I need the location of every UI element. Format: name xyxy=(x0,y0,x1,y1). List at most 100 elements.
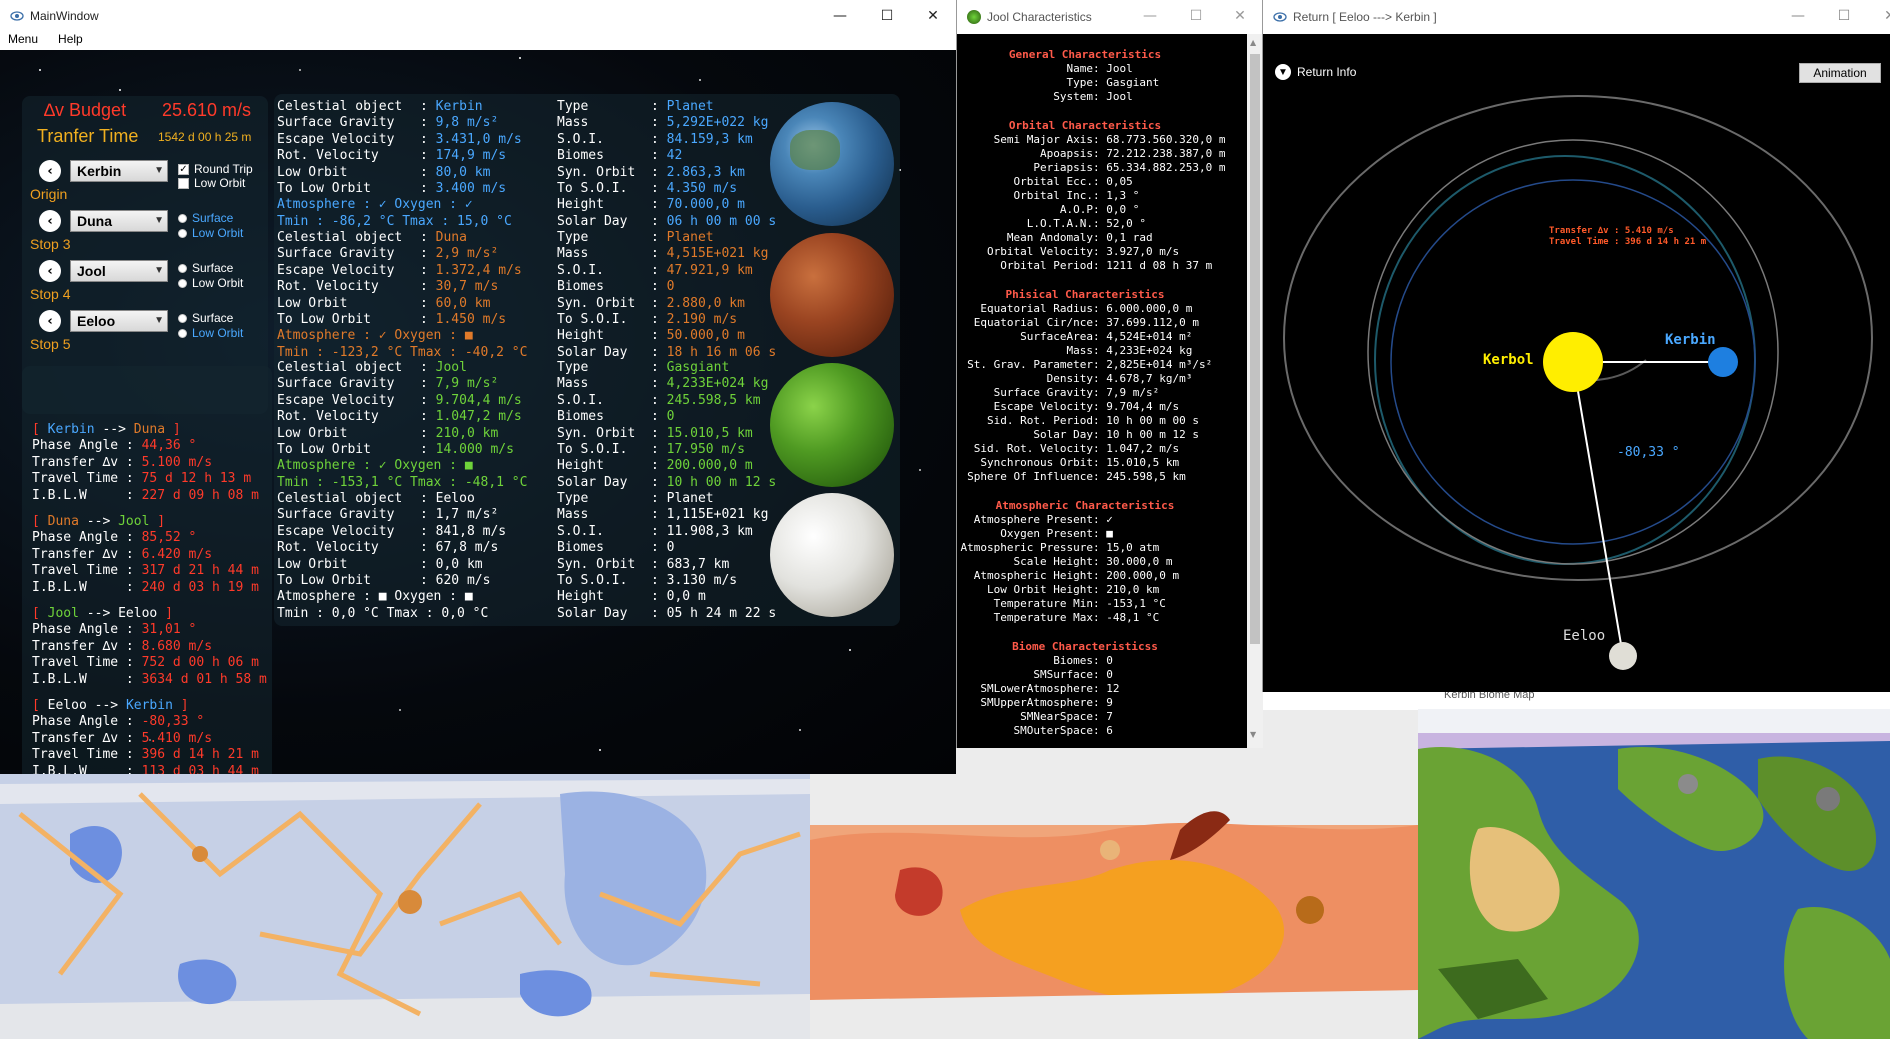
transfer-row-label: Travel Time : xyxy=(32,747,134,763)
jool-stat-value: 6.000.000,0 m xyxy=(1106,302,1193,315)
body-stat-row: S.O.I.: 84.159,3 km xyxy=(557,131,753,147)
jool-stat-row: L.O.T.A.N.: 52,0 ° xyxy=(957,217,1257,231)
jool-stat-row: Density: 4.678,7 kg/m³ xyxy=(957,372,1257,386)
return-close-button[interactable]: ✕ xyxy=(1867,0,1890,32)
body-stat-label: Mass xyxy=(557,246,589,262)
stop4-surface-radio[interactable]: Surface xyxy=(178,261,233,275)
jool-stat-row: System: Jool xyxy=(957,90,1257,104)
transfer-row: Travel Time : 396 d 14 h 21 m xyxy=(32,747,259,763)
jool-stat-label: SMUpperAtmosphere xyxy=(980,696,1093,709)
round-trip-checkbox[interactable]: ✓ Round Trip xyxy=(178,162,253,176)
body-stat-label: Low Orbit xyxy=(277,295,348,311)
return-minimize-button[interactable]: — xyxy=(1775,0,1821,32)
close-button[interactable]: ✕ xyxy=(910,0,956,32)
menu-item-menu[interactable]: Menu xyxy=(8,32,38,46)
scroll-up-icon[interactable]: ▲ xyxy=(1250,38,1256,47)
stop3-label: Stop 3 xyxy=(30,236,71,252)
transfer-row: Travel Time : 75 d 12 h 13 m xyxy=(32,471,259,487)
kerbin-land xyxy=(790,130,840,170)
transfer-time-value: 1542 d 00 h 25 m xyxy=(158,130,252,144)
low-orbit-checkbox[interactable]: Low Orbit xyxy=(178,176,245,190)
jool-stat-row: Escape Velocity: 9.704,4 m/s xyxy=(957,400,1257,414)
stop4-prev-button[interactable]: ‹ xyxy=(39,260,61,282)
maximize-button[interactable]: ☐ xyxy=(864,0,910,32)
stop4-label: Stop 4 xyxy=(30,286,71,302)
transfer-arrow: --> xyxy=(94,698,119,713)
round-trip-label: Round Trip xyxy=(194,162,253,176)
jool-stat-row: Scale Height: 30.000,0 m xyxy=(957,555,1257,569)
body-stat-row: Rot. Velocity: 174,9 m/s xyxy=(277,148,507,164)
jool-stat-label: SMLowerAtmosphere xyxy=(980,682,1093,695)
round-trip-check: ✓ xyxy=(178,163,189,175)
body-stat-label: S.O.I. xyxy=(557,262,604,278)
stop4-low-orbit-radio[interactable]: Low Orbit xyxy=(178,276,243,290)
return-maximize-button[interactable]: ☐ xyxy=(1821,0,1867,32)
transfer-row: Transfer ∆v : 6.420 m/s xyxy=(32,547,259,563)
transfer-row-label: Travel Time : xyxy=(32,655,134,671)
origin-body-select[interactable]: Kerbin ▼ xyxy=(70,160,168,182)
jool-stat-row: St. Grav. Parameter: 2,825E+014 m³/s² xyxy=(957,358,1257,372)
stop3-surface-radio[interactable]: Surface xyxy=(178,211,233,225)
transfer-row: Transfer ∆v : 5.100 m/s xyxy=(32,455,259,471)
transfer-arrow: --> xyxy=(102,422,126,437)
body-stat-label: Escape Velocity xyxy=(277,262,395,278)
body-stat-label: Rot. Velocity xyxy=(277,148,379,164)
transfer-to: Eeloo xyxy=(118,606,158,621)
body-stat-label: Low Orbit xyxy=(277,556,348,572)
jool-stat-value: 0 xyxy=(1106,668,1113,681)
transfer-row-label: Phase Angle : xyxy=(32,714,134,730)
stop5-surface-radio[interactable]: Surface xyxy=(178,311,233,325)
body-stat-value: 47.921,9 km xyxy=(666,262,753,278)
minimize-button[interactable]: — xyxy=(817,0,863,32)
body-stat-value: 4,515E+021 kg xyxy=(666,246,769,262)
transfer-time-label: Tranfer Time xyxy=(37,126,139,146)
body-stat-label: To Low Orbit xyxy=(277,572,371,588)
body-stat-row: Escape Velocity: 3.431,0 m/s xyxy=(277,131,522,147)
body-stat-row: Surface Gravity: 2,9 m/s² xyxy=(277,246,499,262)
eeloo-biome-map-image xyxy=(0,774,810,1039)
body-stat-value: 683,7 km xyxy=(666,556,730,572)
body-stat-value: 67,8 m/s xyxy=(435,540,499,556)
body-stat-label: Celestial object xyxy=(277,491,403,506)
main-window-title: MainWindow xyxy=(30,9,99,23)
menu-item-help[interactable]: Help xyxy=(58,32,83,46)
jool-window-title: Jool Characteristics xyxy=(987,10,1092,24)
jool-close-button[interactable]: ✕ xyxy=(1217,0,1263,32)
stop5-low-orbit-radio[interactable]: Low Orbit xyxy=(178,326,243,340)
stop5-prev-button[interactable]: ‹ xyxy=(39,310,61,332)
body-stat-row: Biomes: 42 xyxy=(557,148,683,164)
body-stat-label: Celestial object xyxy=(277,99,403,114)
origin-prev-button[interactable]: ‹ xyxy=(39,160,61,182)
jool-stat-label: A.O.P xyxy=(1059,203,1093,216)
stop5-body-select[interactable]: Eeloo ▼ xyxy=(70,310,168,332)
transfer-row-value: 752 d 00 h 06 m xyxy=(141,655,259,671)
jool-minimize-button[interactable]: — xyxy=(1127,0,1173,32)
body-stat-row: Surface Gravity: 1,7 m/s² xyxy=(277,507,499,523)
stop3-prev-button[interactable]: ‹ xyxy=(39,210,61,232)
stop4-body-select[interactable]: Jool ▼ xyxy=(70,260,168,282)
body-right-column: Type: Gasgiant Mass: 4,233E+024 kg S.O.I.:… xyxy=(557,360,776,491)
jool-stat-value: 7,9 m/s² xyxy=(1106,386,1160,399)
jool-stat-label: Temperature Min xyxy=(993,597,1093,610)
transfer-row-value: 85,52 ° xyxy=(141,530,197,546)
body-stat-label: Solar Day xyxy=(557,605,628,621)
eeloo-planet-image xyxy=(770,493,894,617)
jool-stat-row: Type: Gasgiant xyxy=(957,76,1257,90)
transfer-row-value: -80,33 ° xyxy=(141,714,205,730)
jool-stat-value: 6 xyxy=(1106,724,1113,737)
body-stat-value: 620 m/s xyxy=(435,572,491,588)
body-stat-value: 3.130 m/s xyxy=(666,572,738,588)
jool-stat-label: L.O.T.A.N. xyxy=(1026,217,1093,230)
jool-maximize-button[interactable]: ☐ xyxy=(1173,0,1219,32)
transfer-row-value: 3634 d 01 h 58 m xyxy=(141,671,267,687)
stop3-low-orbit-radio[interactable]: Low Orbit xyxy=(178,226,243,240)
body-stat-label: Celestial object xyxy=(277,230,403,245)
transfer-from: Kerbin xyxy=(47,422,95,437)
body-stat-row: Solar Day: 06 h 00 m 00 s xyxy=(557,213,777,229)
jool-stat-value: ✓ xyxy=(1106,513,1113,526)
body-stat-value: 60,0 km xyxy=(435,295,491,311)
body-stat-row: Mass: 4,233E+024 kg xyxy=(557,376,769,392)
body-stat-label: Surface Gravity xyxy=(277,376,395,392)
stop3-body-select[interactable]: Duna ▼ xyxy=(70,210,168,232)
jool-stat-row: Sphere Of Influence: 245.598,5 km xyxy=(957,470,1257,484)
